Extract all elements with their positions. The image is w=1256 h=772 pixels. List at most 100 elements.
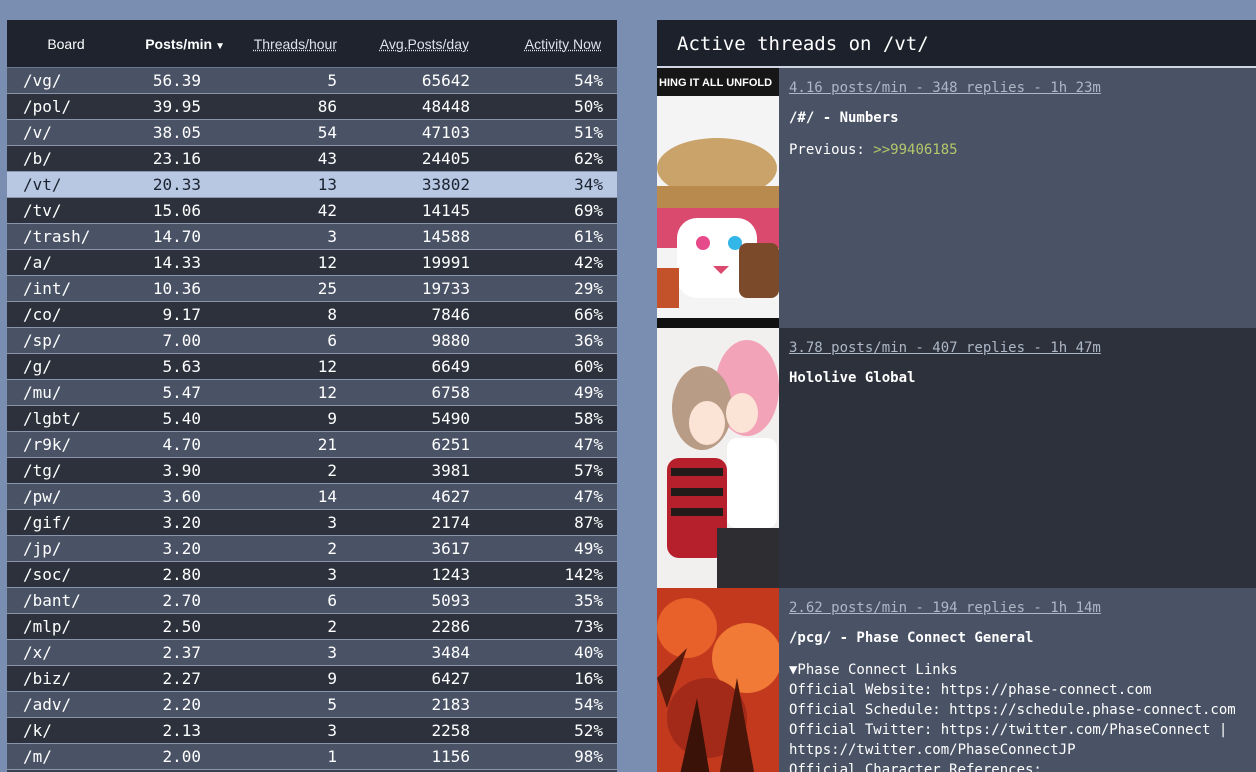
threads-per-hour-cell: 42 [317,201,337,220]
board-cell[interactable]: /pw/ [7,487,125,506]
activity-now-cell: 47% [574,435,603,454]
column-header-threads-per-hour[interactable]: Threads/hour [225,36,337,52]
activity-now-cell: 35% [574,591,603,610]
activity-now-cell: 34% [574,175,603,194]
table-row[interactable]: /r9k/4.70 21 6251 47% [7,432,617,458]
table-row[interactable]: /vg/56.39 5 65642 54% [7,68,617,94]
active-threads-panel: Active threads on /vt/ HING IT ALL UNFOL… [657,20,1256,772]
table-row[interactable]: /g/5.63 12 6649 60% [7,354,617,380]
board-cell[interactable]: /soc/ [7,565,125,584]
table-row[interactable]: /mu/5.47 12 6758 49% [7,380,617,406]
avg-posts-per-day-cell: 5490 [431,409,470,428]
thread-body: 3.78 posts/min - 407 replies - 1h 47m Ho… [779,328,1111,588]
activity-now-cell: 40% [574,643,603,662]
posts-per-min-cell: 2.13 [162,721,201,740]
table-row[interactable]: /mlp/2.50 2 2286 73% [7,614,617,640]
table-row[interactable]: /int/10.36 25 19733 29% [7,276,617,302]
table-row[interactable]: /m/2.00 1 1156 98% [7,744,617,770]
table-row[interactable]: /a/14.33 12 19991 42% [7,250,617,276]
table-row[interactable]: /soc/2.80 3 1243 142% [7,562,617,588]
thread-card[interactable]: HING IT ALL UNFOLD 4.16 posts/min - 348 … [657,68,1256,328]
table-row[interactable]: /biz/2.27 9 6427 16% [7,666,617,692]
table-row[interactable]: /trash/14.70 3 14588 61% [7,224,617,250]
thread-card[interactable]: 3.78 posts/min - 407 replies - 1h 47m Ho… [657,328,1256,588]
quote-link[interactable]: >>99406185 [873,142,957,158]
board-cell[interactable]: /m/ [7,747,125,766]
board-cell[interactable]: /mu/ [7,383,125,402]
posts-per-min-cell: 39.95 [152,97,201,116]
posts-per-min-cell: 14.33 [152,253,201,272]
table-row[interactable]: /v/38.05 54 47103 51% [7,120,617,146]
thumbnail-image [657,328,779,588]
table-row[interactable]: /gif/3.20 3 2174 87% [7,510,617,536]
thread-title: Hololive Global [789,370,916,386]
table-row[interactable]: /lgbt/5.40 9 5490 58% [7,406,617,432]
thread-thumbnail[interactable] [657,588,779,772]
board-cell[interactable]: /r9k/ [7,435,125,454]
board-cell[interactable]: /k/ [7,721,125,740]
avg-posts-per-day-cell: 2286 [431,617,470,636]
thread-card[interactable]: 2.62 posts/min - 194 replies - 1h 14m /p… [657,588,1256,772]
table-row[interactable]: /pw/3.60 14 4627 47% [7,484,617,510]
board-cell[interactable]: /mlp/ [7,617,125,636]
table-row[interactable]: /jp/3.20 2 3617 49% [7,536,617,562]
table-row[interactable]: /b/23.16 43 24405 62% [7,146,617,172]
thread-thumbnail[interactable] [657,328,779,588]
avg-posts-per-day-cell: 2174 [431,513,470,532]
table-row[interactable]: /tg/3.90 2 3981 57% [7,458,617,484]
thread-stats-link[interactable]: 4.16 posts/min - 348 replies - 1h 23m [789,80,1101,96]
board-cell[interactable]: /bant/ [7,591,125,610]
board-cell[interactable]: /trash/ [7,227,125,246]
table-row[interactable]: /sp/7.00 6 9880 36% [7,328,617,354]
activity-now-cell: 73% [574,617,603,636]
posts-per-min-label: Posts/min [145,35,213,52]
table-row[interactable]: /co/9.17 8 7846 66% [7,302,617,328]
thread-text: Previous: >>99406185 [789,140,1101,160]
board-cell[interactable]: /biz/ [7,669,125,688]
board-cell[interactable]: /adv/ [7,695,125,714]
table-row[interactable]: /tv/15.06 42 14145 69% [7,198,617,224]
thread-text-prefix: Previous: [789,142,874,158]
activity-now-cell: 58% [574,409,603,428]
thread-thumbnail[interactable]: HING IT ALL UNFOLD [657,68,779,328]
board-cell[interactable]: /vt/ [7,175,125,194]
threads-per-hour-cell: 9 [327,409,337,428]
board-cell[interactable]: /v/ [7,123,125,142]
thumbnail-image [657,588,779,772]
column-header-activity-now[interactable]: Activity Now [469,36,601,52]
threads-per-hour-cell: 54 [317,123,337,142]
board-cell[interactable]: /g/ [7,357,125,376]
board-cell[interactable]: /int/ [7,279,125,298]
threads-per-hour-cell: 2 [327,539,337,558]
thread-stats-link[interactable]: 3.78 posts/min - 407 replies - 1h 47m [789,340,1101,356]
column-header-board[interactable]: Board [7,36,125,52]
table-row[interactable]: /vt/20.33 13 33802 34% [7,172,617,198]
column-header-avg-posts-per-day[interactable]: Avg.Posts/day [337,36,469,52]
table-row[interactable]: /k/2.13 3 2258 52% [7,718,617,744]
board-cell[interactable]: /co/ [7,305,125,324]
table-row[interactable]: /pol/39.95 86 48448 50% [7,94,617,120]
posts-per-min-cell: 4.70 [162,435,201,454]
avg-posts-per-day-cell: 3617 [431,539,470,558]
posts-per-min-cell: 3.20 [162,539,201,558]
board-cell[interactable]: /b/ [7,149,125,168]
thread-text-line[interactable]: ▼Phase Connect Links [789,660,1236,680]
board-cell[interactable]: /x/ [7,643,125,662]
board-cell[interactable]: /lgbt/ [7,409,125,428]
board-cell[interactable]: /jp/ [7,539,125,558]
column-header-posts-per-min[interactable]: Posts/min ▼ [125,36,225,52]
threads-per-hour-cell: 3 [327,721,337,740]
board-cell[interactable]: /vg/ [7,71,125,90]
board-cell[interactable]: /gif/ [7,513,125,532]
board-cell[interactable]: /tv/ [7,201,125,220]
board-cell[interactable]: /tg/ [7,461,125,480]
avg-posts-per-day-cell: 9880 [431,331,470,350]
posts-per-min-cell: 9.17 [162,305,201,324]
board-cell[interactable]: /a/ [7,253,125,272]
board-cell[interactable]: /sp/ [7,331,125,350]
table-row[interactable]: /x/2.37 3 3484 40% [7,640,617,666]
table-row[interactable]: /adv/2.20 5 2183 54% [7,692,617,718]
thread-stats-link[interactable]: 2.62 posts/min - 194 replies - 1h 14m [789,600,1236,616]
board-cell[interactable]: /pol/ [7,97,125,116]
table-row[interactable]: /bant/2.70 6 5093 35% [7,588,617,614]
